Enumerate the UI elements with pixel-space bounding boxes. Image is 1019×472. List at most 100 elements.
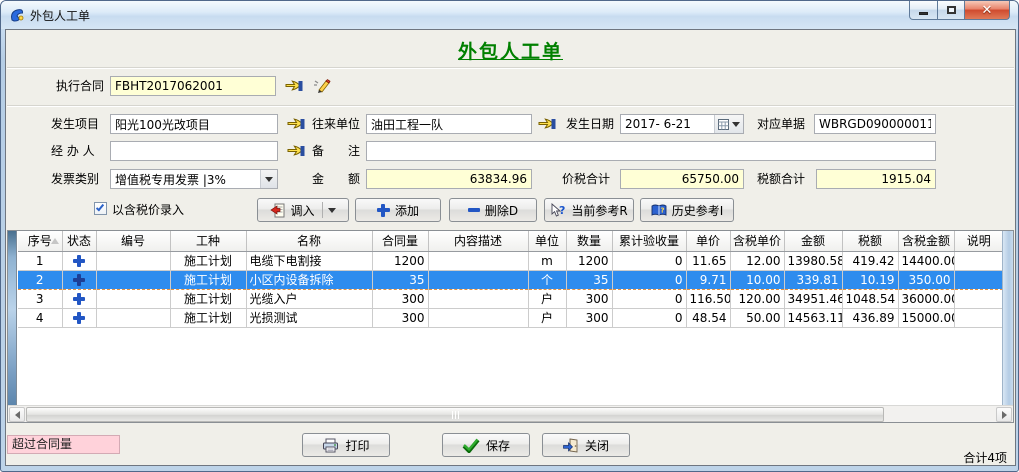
tax-checkbox[interactable] <box>94 202 107 215</box>
contract-picker-button[interactable] <box>283 76 305 96</box>
cell-desc[interactable] <box>428 251 528 270</box>
column-header-accept_qty[interactable]: 累计验收量 <box>612 231 686 251</box>
cell-code[interactable] <box>96 308 170 327</box>
cell-job[interactable]: 施工计划 <box>170 270 246 289</box>
cell-status[interactable] <box>62 270 96 289</box>
column-header-job[interactable]: 工种 <box>170 231 246 251</box>
cell-desc[interactable] <box>428 270 528 289</box>
handler-input[interactable] <box>110 141 278 161</box>
column-header-amount_inc_tax[interactable]: 含税金额 <box>898 231 954 251</box>
horizontal-scrollbar[interactable] <box>8 405 1013 422</box>
column-header-amount[interactable]: 金额 <box>784 231 842 251</box>
minimize-button[interactable] <box>909 1 938 20</box>
cell-amount[interactable]: 34951.46 <box>784 289 842 308</box>
cell-code[interactable] <box>96 270 170 289</box>
column-header-unit[interactable]: 单位 <box>528 231 566 251</box>
maximize-button[interactable] <box>938 1 965 20</box>
cell-desc[interactable] <box>428 308 528 327</box>
cell-qty[interactable]: 300 <box>566 289 612 308</box>
cell-job[interactable]: 施工计划 <box>170 251 246 270</box>
cell-qty[interactable]: 1200 <box>566 251 612 270</box>
cell-name[interactable]: 光缆入户 <box>246 289 372 308</box>
scroll-right-arrow[interactable] <box>996 407 1012 422</box>
cell-amount_inc_tax[interactable]: 350.00 <box>898 270 954 289</box>
column-header-seq[interactable]: 序号 <box>18 231 62 251</box>
contract-clear-button[interactable] <box>311 76 333 96</box>
cell-price[interactable]: 48.54 <box>686 308 730 327</box>
scrollbar-thumb[interactable] <box>26 407 884 422</box>
vertical-scrollbar[interactable] <box>1002 231 1013 405</box>
tax-checkbox-label[interactable]: 以含税价录入 <box>112 200 184 220</box>
tax-total-input[interactable] <box>816 169 936 189</box>
cell-note[interactable] <box>954 289 1004 308</box>
cell-tax[interactable]: 10.19 <box>842 270 898 289</box>
table-row[interactable]: 3施工计划光缆入户300户3000116.50120.0034951.46104… <box>18 289 1004 308</box>
project-input[interactable] <box>110 114 278 134</box>
cell-tax[interactable]: 419.42 <box>842 251 898 270</box>
cell-unit[interactable]: 户 <box>528 308 566 327</box>
load-button[interactable]: 调入 <box>257 198 349 222</box>
column-header-qty[interactable]: 数量 <box>566 231 612 251</box>
invoice-type-select[interactable]: 增值税专用发票 |3% <box>110 169 278 189</box>
cell-seq[interactable]: 4 <box>18 308 62 327</box>
cell-price[interactable]: 11.65 <box>686 251 730 270</box>
column-header-price_inc_tax[interactable]: 含税单价 <box>730 231 784 251</box>
cell-amount[interactable]: 339.81 <box>784 270 842 289</box>
cell-seq[interactable]: 1 <box>18 251 62 270</box>
cell-unit[interactable]: 户 <box>528 289 566 308</box>
cell-accept_qty[interactable]: 0 <box>612 308 686 327</box>
cell-accept_qty[interactable]: 0 <box>612 251 686 270</box>
cell-unit[interactable]: m <box>528 251 566 270</box>
cell-contract_qty[interactable]: 300 <box>372 308 428 327</box>
column-header-contract_qty[interactable]: 合同量 <box>372 231 428 251</box>
cell-amount_inc_tax[interactable]: 14400.00 <box>898 251 954 270</box>
add-button[interactable]: 添加 <box>355 198 441 222</box>
doc-input[interactable] <box>814 114 936 134</box>
cell-accept_qty[interactable]: 0 <box>612 270 686 289</box>
handler-picker-button[interactable] <box>285 141 307 161</box>
cell-status[interactable] <box>62 251 96 270</box>
cell-job[interactable]: 施工计划 <box>170 289 246 308</box>
cell-amount[interactable]: 14563.11 <box>784 308 842 327</box>
calendar-button[interactable] <box>714 115 743 133</box>
cell-note[interactable] <box>954 308 1004 327</box>
cell-desc[interactable] <box>428 289 528 308</box>
cell-name[interactable]: 小区内设备拆除 <box>246 270 372 289</box>
cell-name[interactable]: 光损测试 <box>246 308 372 327</box>
column-header-tax[interactable]: 税额 <box>842 231 898 251</box>
cell-amount_inc_tax[interactable]: 36000.00 <box>898 289 954 308</box>
cell-status[interactable] <box>62 289 96 308</box>
cell-contract_qty[interactable]: 300 <box>372 289 428 308</box>
partner-input[interactable] <box>366 114 532 134</box>
current-reference-button[interactable]: ? 当前参考R <box>544 198 634 222</box>
column-header-status[interactable]: 状态 <box>62 231 96 251</box>
cell-seq[interactable]: 3 <box>18 289 62 308</box>
cell-price[interactable]: 116.50 <box>686 289 730 308</box>
history-reference-button[interactable]: ? 历史参考I <box>640 198 734 222</box>
close-form-button[interactable]: 关闭 <box>542 433 630 457</box>
column-header-desc[interactable]: 内容描述 <box>428 231 528 251</box>
cell-code[interactable] <box>96 251 170 270</box>
table-row[interactable]: 1施工计划电缆下电割接1200m1200011.6512.0013980.584… <box>18 251 1004 270</box>
cell-note[interactable] <box>954 270 1004 289</box>
scroll-left-arrow[interactable] <box>9 407 25 422</box>
invoice-dropdown-button[interactable] <box>260 170 277 188</box>
cell-amount_inc_tax[interactable]: 15000.00 <box>898 308 954 327</box>
amount-input[interactable] <box>366 169 532 189</box>
cell-price_inc_tax[interactable]: 12.00 <box>730 251 784 270</box>
cell-price[interactable]: 9.71 <box>686 270 730 289</box>
total-inc-tax-input[interactable] <box>620 169 744 189</box>
column-header-price[interactable]: 单价 <box>686 231 730 251</box>
cell-contract_qty[interactable]: 1200 <box>372 251 428 270</box>
column-header-code[interactable]: 编号 <box>96 231 170 251</box>
column-header-name[interactable]: 名称 <box>246 231 372 251</box>
cell-qty[interactable]: 300 <box>566 308 612 327</box>
cell-job[interactable]: 施工计划 <box>170 308 246 327</box>
table-row[interactable]: 2施工计划小区内设备拆除35个3509.7110.00339.8110.1935… <box>18 270 1004 289</box>
cell-price_inc_tax[interactable]: 50.00 <box>730 308 784 327</box>
cell-accept_qty[interactable]: 0 <box>612 289 686 308</box>
title-bar[interactable]: 外包人工单 ✕ <box>1 1 1018 29</box>
cell-note[interactable] <box>954 251 1004 270</box>
cell-amount[interactable]: 13980.58 <box>784 251 842 270</box>
remark-input[interactable] <box>366 141 936 161</box>
